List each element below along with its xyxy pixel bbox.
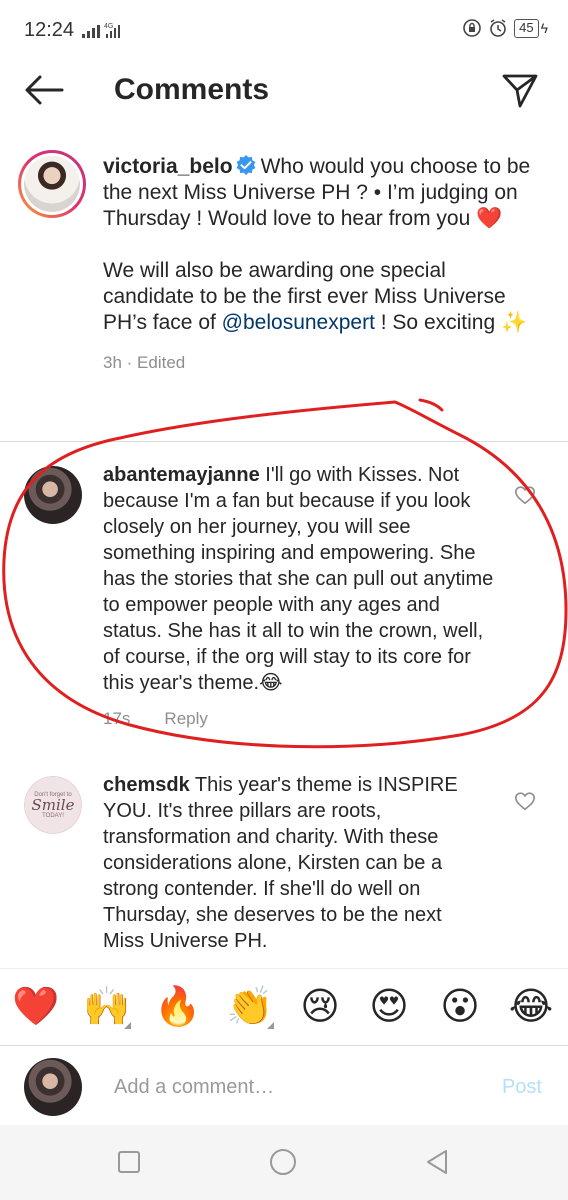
- avatar-caption-tiny: TODAY!: [42, 812, 64, 819]
- emoji-laughing-button[interactable]: 😂: [508, 983, 554, 1029]
- arrow-left-icon[interactable]: [20, 70, 66, 110]
- comment-meta: 17s Reply: [103, 706, 503, 732]
- alarm-icon: [490, 19, 506, 37]
- home-circle-icon[interactable]: [268, 1147, 298, 1177]
- avatar: [24, 156, 80, 212]
- battery-icon: 45 ϟ: [514, 18, 548, 38]
- page-title: Comments: [114, 73, 270, 106]
- system-nav-bar: [0, 1125, 568, 1200]
- caption-edited: Edited: [137, 353, 186, 372]
- caption-body: victoria_belo Who would you choose to be…: [103, 154, 533, 376]
- emoji-reaction-bar: ❤️ 🙌 🔥 👏 😢 😍 😮 😂: [0, 968, 568, 1044]
- lock-rotation-icon: [463, 19, 481, 37]
- avatar-caption-big: Smile: [31, 795, 75, 814]
- send-icon[interactable]: [500, 70, 540, 110]
- avatar[interactable]: Don't forget to Smile TODAY!: [24, 776, 82, 834]
- status-bar: 12:24 4G 45 ϟ: [0, 0, 568, 60]
- caption-time: 3h: [103, 353, 122, 372]
- emoji-heart-eyes-button[interactable]: 😍: [366, 983, 412, 1029]
- caption-divider: [0, 441, 568, 442]
- mention-link[interactable]: @belosunexpert: [222, 311, 375, 334]
- comment-input[interactable]: [114, 1072, 474, 1102]
- comment-text: This year's theme is INSPIRE YOU. It's t…: [103, 774, 458, 952]
- heart-icon[interactable]: [514, 790, 536, 812]
- emoji-raised-hands-button[interactable]: 🙌: [83, 983, 131, 1029]
- reply-button[interactable]: Reply: [164, 706, 207, 732]
- battery-level: 45: [514, 18, 539, 38]
- comment-text: I'll go with Kisses. Not because I'm a f…: [103, 464, 494, 694]
- variant-indicator-icon: [267, 1022, 274, 1029]
- signal-icon: 4G: [82, 23, 120, 38]
- variant-indicator-icon: [124, 1022, 131, 1029]
- emoji-heart-button[interactable]: ❤️: [12, 983, 59, 1029]
- avatar[interactable]: [24, 466, 82, 524]
- caption-text-part3: ! So exciting ✨: [374, 311, 528, 334]
- comment-time: 17s: [103, 709, 131, 728]
- caption-meta: 3h · Edited: [103, 353, 186, 372]
- emoji-clap-button[interactable]: 👏: [226, 983, 274, 1029]
- comments-header: Comments: [0, 60, 568, 120]
- comment-body: chemsdk This year's theme is INSPIRE YOU…: [103, 772, 483, 954]
- svg-text:4G: 4G: [104, 23, 113, 30]
- recents-square-icon[interactable]: [114, 1147, 144, 1177]
- emoji-surprised-button[interactable]: 😮: [437, 983, 483, 1029]
- avatar: [24, 1058, 82, 1116]
- emoji-fire-button[interactable]: 🔥: [154, 983, 201, 1029]
- story-ring[interactable]: [18, 150, 86, 218]
- comment-username[interactable]: abantemayjanne: [103, 464, 260, 486]
- caption-username[interactable]: victoria_belo: [103, 155, 233, 178]
- emoji-crying-button[interactable]: 😢: [297, 983, 343, 1029]
- comment-composer: Post: [0, 1045, 568, 1125]
- comment-username[interactable]: chemsdk: [103, 774, 190, 796]
- post-button[interactable]: Post: [502, 1076, 542, 1099]
- back-triangle-icon[interactable]: [422, 1147, 452, 1177]
- status-time: 12:24: [24, 19, 75, 41]
- charging-icon: ϟ: [540, 20, 548, 36]
- comment-body: abantemayjanne I'll go with Kisses. Not …: [103, 462, 503, 732]
- verified-badge-icon: [236, 155, 255, 175]
- heart-icon[interactable]: [514, 484, 536, 506]
